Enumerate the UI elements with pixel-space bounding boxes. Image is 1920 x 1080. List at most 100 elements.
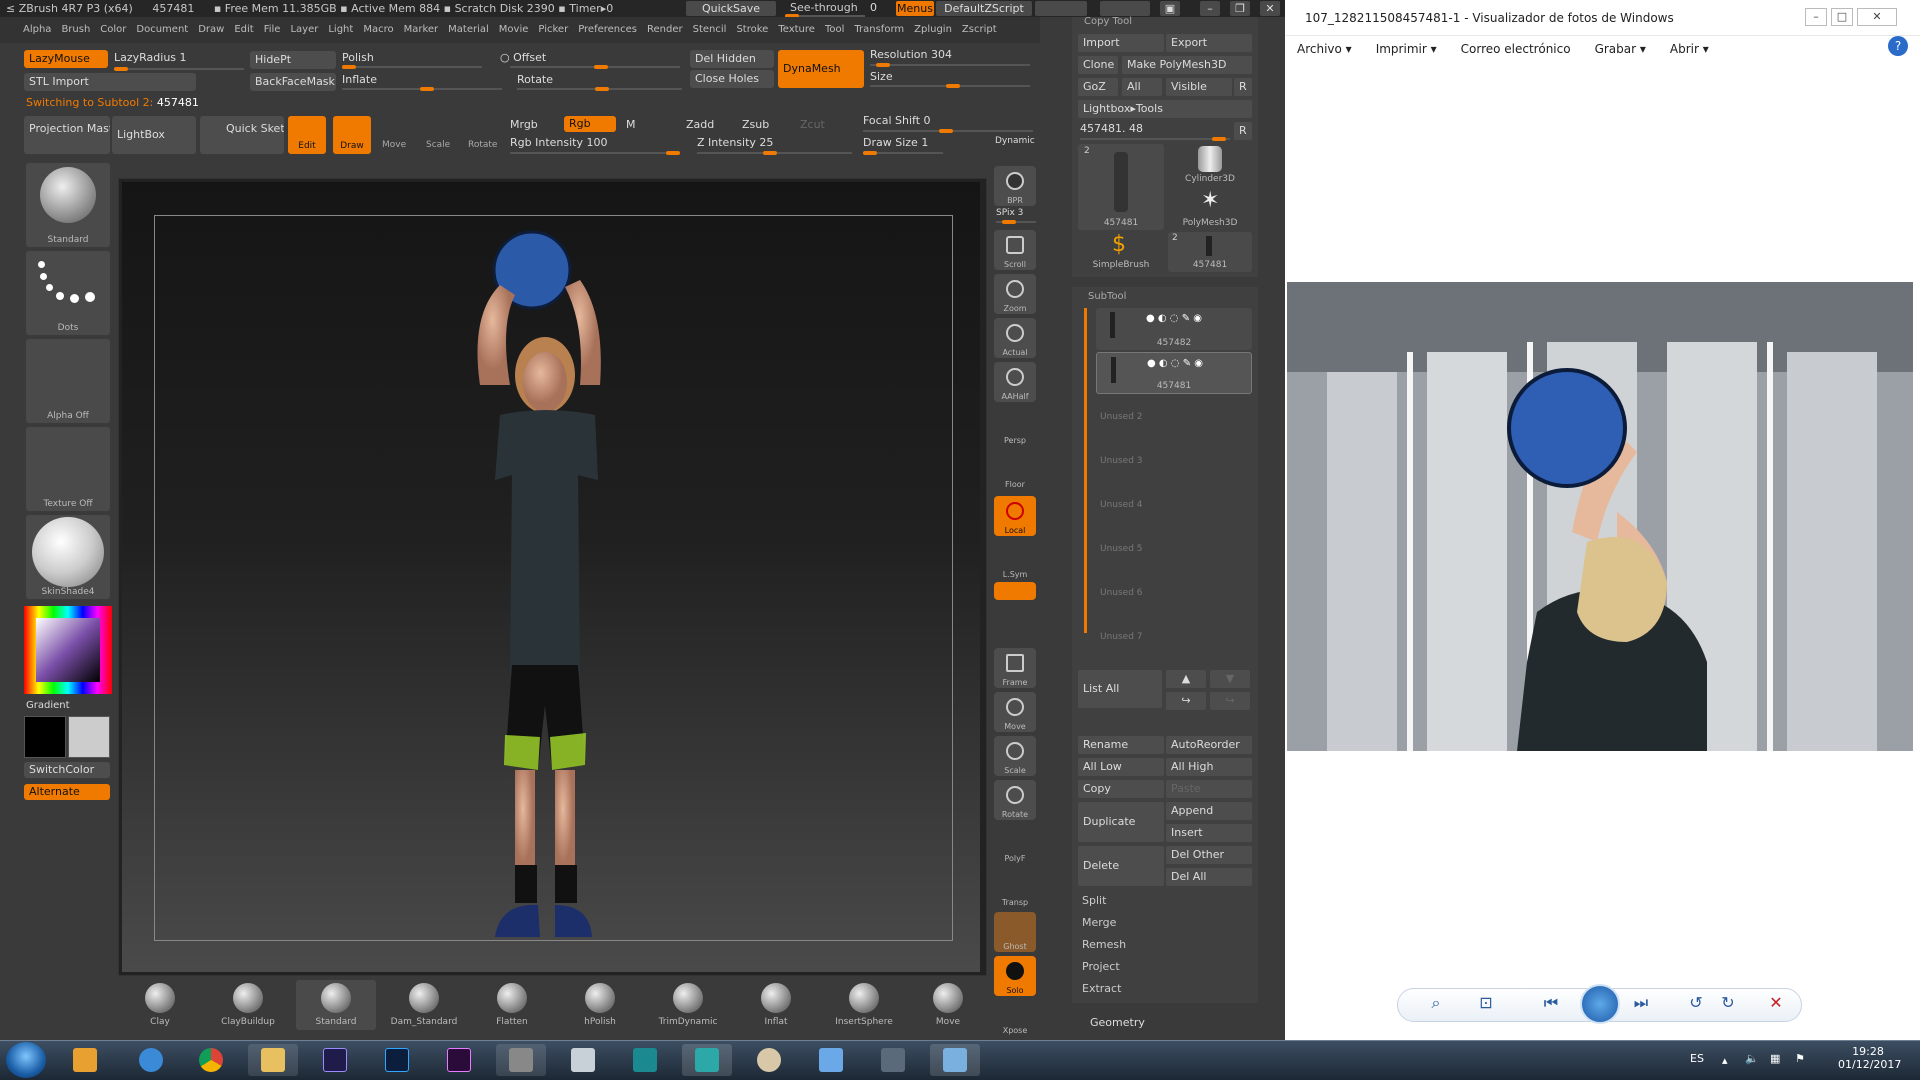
zadd-button[interactable]: Zadd	[686, 118, 714, 131]
transp-button[interactable]: Transp	[994, 868, 1036, 908]
menu-item[interactable]: File	[259, 17, 286, 43]
brush-insertsphere[interactable]: InsertSphere	[824, 980, 904, 1030]
tool-slider[interactable]	[1080, 137, 1230, 141]
menu-item[interactable]: Zplugin	[909, 17, 957, 43]
rotate-view-button[interactable]: Rotate	[994, 780, 1036, 820]
menu-item[interactable]: Brush	[56, 17, 95, 43]
clone-button[interactable]: Clone	[1078, 56, 1118, 74]
geometry-palette[interactable]: Geometry	[1090, 1016, 1145, 1029]
mrgb-button[interactable]: Mrgb	[510, 118, 538, 131]
rotate-button[interactable]: Rotate	[468, 140, 497, 150]
frame-button[interactable]: Frame	[994, 648, 1036, 688]
viewer-menu-archivo[interactable]: Archivo ▾	[1297, 42, 1352, 56]
flag-icon[interactable]: ⚑	[1795, 1052, 1805, 1065]
actual-button[interactable]: Actual	[994, 318, 1036, 358]
menu-item[interactable]: Render	[642, 17, 688, 43]
scroll-button[interactable]: Scroll	[994, 230, 1036, 270]
media-player-icon[interactable]	[60, 1044, 110, 1076]
menu-item[interactable]: Movie	[494, 17, 534, 43]
m-button[interactable]: M	[626, 118, 636, 131]
texture-selector[interactable]: Texture Off	[26, 427, 110, 511]
delete-button[interactable]: Delete	[1078, 846, 1164, 886]
material-selector[interactable]: SkinShade4	[26, 515, 110, 599]
arrow-redo-icon[interactable]: ↪	[1166, 692, 1206, 710]
remesh-subpalette[interactable]: Remesh	[1082, 938, 1126, 951]
menu-item[interactable]: Stroke	[731, 17, 773, 43]
copy-tool-button[interactable]: Copy Tool	[1084, 16, 1132, 27]
persp-button[interactable]: Persp	[994, 406, 1036, 446]
menu-item[interactable]: Material	[443, 17, 494, 43]
export-button[interactable]: Export	[1166, 34, 1252, 52]
previous-icon[interactable]: ⏮	[1540, 992, 1562, 1014]
del-all-button[interactable]: Del All	[1166, 868, 1252, 886]
all-low-button[interactable]: All Low	[1078, 758, 1164, 776]
lightbox-button[interactable]: LightBox	[112, 116, 196, 154]
brush-hpolish[interactable]: hPolish	[560, 980, 640, 1030]
tool-r-button[interactable]: R	[1234, 122, 1252, 140]
menu-item[interactable]: Stencil	[688, 17, 732, 43]
brush-trimdynamic[interactable]: TrimDynamic	[648, 980, 728, 1030]
subtool-item-selected[interactable]: ● ◐ ◌ ✎ ◉ 457481	[1096, 352, 1252, 394]
lazymouse-button[interactable]: LazyMouse	[24, 50, 108, 68]
backfacemask-button[interactable]: BackFaceMask	[250, 73, 336, 91]
maya-icon[interactable]	[620, 1044, 670, 1076]
focal-shift-slider[interactable]	[863, 129, 1033, 133]
menu-item[interactable]: Transform	[849, 17, 909, 43]
volume-icon[interactable]: 🔈	[1745, 1052, 1759, 1065]
calculator-icon[interactable]	[558, 1044, 608, 1076]
paint-icon[interactable]	[744, 1044, 794, 1076]
brush-move[interactable]: Move	[908, 980, 988, 1030]
aahalf-button[interactable]: AAHalf	[994, 362, 1036, 402]
import-button[interactable]: Import	[1078, 34, 1164, 52]
menu-item[interactable]: Tool	[820, 17, 849, 43]
del-other-button[interactable]: Del Other	[1166, 846, 1252, 864]
spix-slider[interactable]	[996, 220, 1036, 224]
menu-item[interactable]: Alpha	[18, 17, 56, 43]
alpha-selector[interactable]: Alpha Off	[26, 339, 110, 423]
tool-thumb-457481[interactable]: 2 457481	[1078, 144, 1164, 230]
brush-selector[interactable]: Standard	[26, 163, 110, 247]
tool-thumb-457481-b[interactable]: 2 457481	[1168, 232, 1252, 272]
del-hidden-button[interactable]: Del Hidden	[690, 50, 774, 68]
zbrush-taskbar-icon[interactable]	[496, 1044, 546, 1076]
resolution-slider[interactable]	[870, 63, 1030, 67]
viewer-menu-grabar[interactable]: Grabar ▾	[1595, 42, 1646, 56]
xpose-button[interactable]: Xpose	[994, 1000, 1036, 1036]
quick-sketch-button[interactable]: Quick Sketch	[200, 116, 284, 154]
all-high-button[interactable]: All High	[1166, 758, 1252, 776]
goz-r-button[interactable]: R	[1234, 78, 1252, 96]
goz-button[interactable]: GoZ	[1078, 78, 1118, 96]
next-icon[interactable]: ⏭	[1630, 992, 1652, 1014]
rotate-left-icon[interactable]: ↺	[1685, 992, 1707, 1014]
chrome-icon[interactable]	[186, 1044, 236, 1076]
subtool-item[interactable]: ● ◐ ◌ ✎ ◉ 457482	[1096, 308, 1252, 350]
scale-button[interactable]: Scale	[426, 140, 450, 150]
lazyradius-slider[interactable]	[114, 67, 244, 71]
duplicate-button[interactable]: Duplicate	[1078, 802, 1164, 842]
file-explorer-icon[interactable]	[248, 1044, 298, 1076]
local-button[interactable]: Local	[994, 496, 1036, 536]
list-all-button[interactable]: List All	[1078, 670, 1162, 708]
rgb-button[interactable]: Rgb	[564, 116, 616, 132]
clock[interactable]: 19:28 01/12/2017	[1838, 1045, 1901, 1071]
zoom-icon[interactable]: ⌕	[1425, 992, 1447, 1014]
move-view-button[interactable]: Move	[994, 692, 1036, 732]
viewer-menu-imprimir[interactable]: Imprimir ▾	[1376, 42, 1437, 56]
help-icon[interactable]: ?	[1888, 36, 1908, 56]
menu-item[interactable]: Marker	[399, 17, 444, 43]
brush-inflat[interactable]: Inflat	[736, 980, 816, 1030]
network-icon[interactable]: ▦	[1770, 1052, 1780, 1065]
maya-2-icon[interactable]	[682, 1044, 732, 1076]
menus-button[interactable]: Menus	[896, 1, 934, 16]
rotate-slider[interactable]	[517, 87, 682, 91]
photoshop-icon[interactable]	[372, 1044, 422, 1076]
split-subpalette[interactable]: Split	[1082, 894, 1106, 907]
offset-slider[interactable]	[510, 65, 680, 69]
lightbox-tools-button[interactable]: Lightbox▸Tools	[1078, 100, 1252, 118]
menu-item[interactable]: Layer	[285, 17, 323, 43]
tray-arrow-icon[interactable]: ▴	[1722, 1054, 1728, 1067]
brush-flatten[interactable]: Flatten	[472, 980, 552, 1030]
polyf-button[interactable]: PolyF	[994, 824, 1036, 864]
photo-viewer-taskbar-icon[interactable]	[930, 1044, 980, 1076]
delete-icon[interactable]: ✕	[1765, 992, 1787, 1014]
